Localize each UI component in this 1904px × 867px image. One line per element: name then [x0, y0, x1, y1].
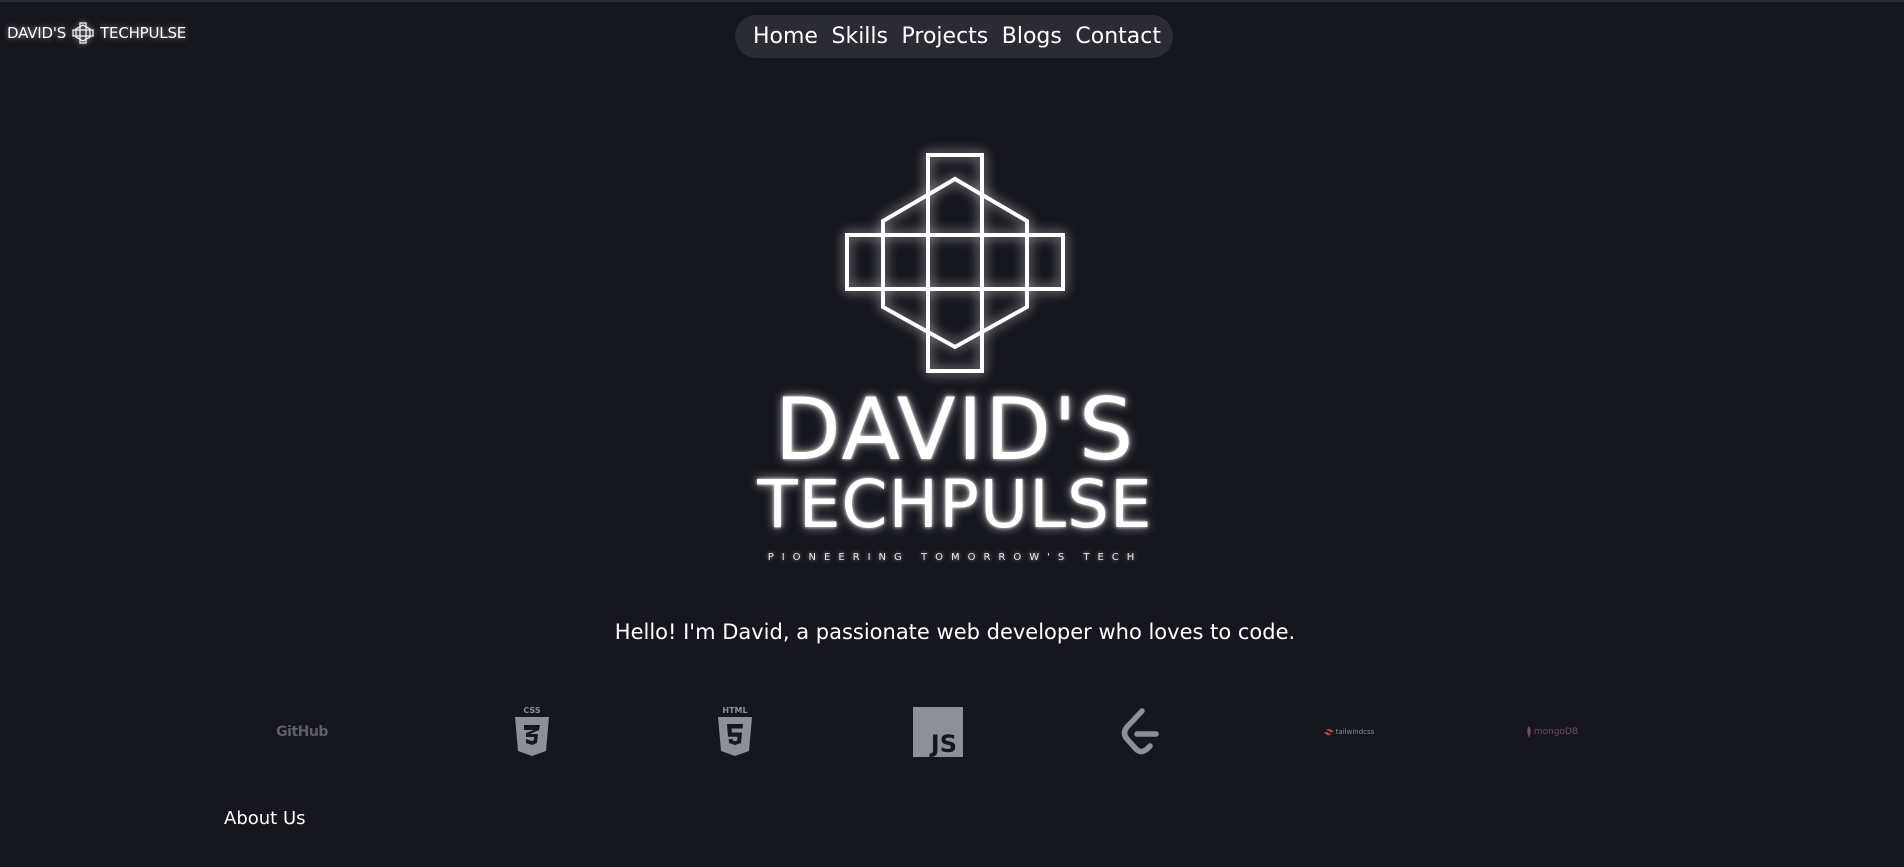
- tech-html5[interactable]: HTML: [705, 700, 765, 764]
- hero-cross-logo-icon: [845, 153, 1065, 373]
- css3-label: CSS: [523, 706, 540, 715]
- html5-label: HTML: [722, 706, 747, 715]
- leetcode-icon: [1121, 708, 1159, 755]
- html5-icon: HTML: [718, 706, 752, 756]
- tech-github[interactable]: GitHub: [262, 700, 342, 764]
- tailwindcss-label: tailwindcss: [1335, 728, 1375, 736]
- github-icon: GitHub: [276, 724, 328, 740]
- javascript-icon: JS: [913, 707, 963, 757]
- tech-css3[interactable]: CSS: [502, 700, 562, 764]
- nav-skills[interactable]: Skills: [827, 24, 892, 49]
- mongodb-label: mongoDB: [1533, 727, 1579, 737]
- brand-logo[interactable]: DAVID'S TECHPULSE: [7, 22, 186, 44]
- tailwindcss-icon: [1323, 729, 1334, 736]
- intro-text: Hello! I'm David, a passionate web devel…: [614, 620, 1296, 644]
- javascript-label: JS: [929, 730, 957, 757]
- tech-javascript[interactable]: JS: [908, 700, 968, 764]
- hero-tagline: PIONEERING TOMORROW'S TECH: [767, 552, 1143, 563]
- tech-stack-row: GitHub CSS HTML JS tailwindcss mongoDB: [222, 700, 1682, 764]
- tech-mongodb[interactable]: mongoDB: [1517, 700, 1587, 764]
- nav-home[interactable]: Home: [749, 24, 822, 49]
- tech-tailwindcss[interactable]: tailwindcss: [1314, 700, 1384, 764]
- hero-title-line1: DAVID'S: [774, 380, 1136, 480]
- nav-contact[interactable]: Contact: [1071, 24, 1165, 49]
- css3-icon: CSS: [515, 706, 549, 756]
- brand-suffix: TECHPULSE: [100, 24, 187, 42]
- main-nav: Home Skills Projects Blogs Contact: [735, 15, 1173, 58]
- hero-title-line2: TECHPULSE: [757, 466, 1153, 543]
- brand-prefix: DAVID'S: [7, 24, 67, 42]
- top-border: [0, 0, 1904, 2]
- nav-projects[interactable]: Projects: [898, 24, 993, 49]
- tech-leetcode[interactable]: [1111, 700, 1171, 764]
- cross-outline-icon: [72, 22, 94, 44]
- nav-blogs[interactable]: Blogs: [998, 24, 1066, 49]
- about-heading[interactable]: About Us: [224, 808, 306, 829]
- mongodb-icon: [1527, 726, 1531, 738]
